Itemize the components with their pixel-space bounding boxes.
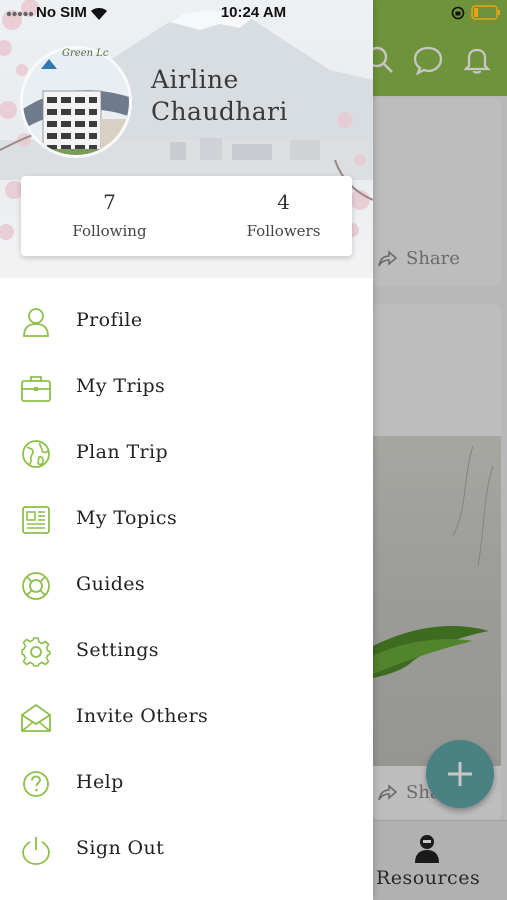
following-label: Following — [72, 222, 147, 240]
globe-icon — [22, 440, 50, 468]
briefcase-icon — [21, 376, 51, 402]
gear-icon — [21, 637, 51, 667]
followers-count: 4 — [277, 190, 290, 214]
menu-item-guides[interactable]: Guides — [0, 553, 373, 619]
menu-label: Profile — [76, 309, 143, 331]
menu-label: Plan Trip — [76, 441, 169, 463]
menu-item-plan-trip[interactable]: Plan Trip — [0, 421, 373, 487]
menu-label: My Trips — [76, 375, 166, 397]
menu-item-profile[interactable]: Profile — [0, 289, 373, 355]
status-time: 10:24 AM — [220, 4, 287, 21]
avatar-caption: Green Lc — [62, 48, 109, 59]
battery-icon — [471, 5, 500, 20]
avatar[interactable] — [20, 46, 132, 158]
person-icon — [23, 308, 49, 337]
menu-item-my-topics[interactable]: My Topics — [0, 487, 373, 553]
menu-label: My Topics — [76, 507, 178, 529]
menu-label: Settings — [76, 639, 159, 661]
rotation-lock-icon — [451, 6, 465, 20]
lifebuoy-icon — [22, 572, 50, 600]
menu-item-help[interactable]: Help — [0, 751, 373, 817]
question-circle-icon — [23, 771, 49, 797]
status-bar: No SIM 10:24 AM — [0, 0, 507, 26]
navigation-drawer: Green Lc Airline Chaudhari 7 Following 4… — [0, 0, 373, 900]
follow-stats-card: 7 Following 4 Followers — [21, 176, 352, 256]
power-icon — [22, 837, 50, 865]
drawer-header: Green Lc Airline Chaudhari 7 Following 4… — [0, 0, 373, 278]
menu-label: Guides — [76, 573, 146, 595]
followers-stat[interactable]: 4 Followers — [201, 190, 366, 240]
user-name: Airline Chaudhari — [151, 65, 288, 126]
newspaper-icon — [22, 506, 50, 534]
followers-label: Followers — [246, 222, 321, 240]
menu-label: Sign Out — [76, 837, 165, 859]
menu-item-settings[interactable]: Settings — [0, 619, 373, 685]
menu-label: Help — [76, 771, 124, 793]
menu-item-invite-others[interactable]: Invite Others — [0, 685, 373, 751]
following-count: 7 — [103, 190, 116, 214]
menu-item-sign-out[interactable]: Sign Out — [0, 817, 373, 883]
menu-label: Invite Others — [76, 705, 209, 727]
following-stat[interactable]: 7 Following — [27, 190, 192, 240]
menu-item-my-trips[interactable]: My Trips — [0, 355, 373, 421]
envelope-open-icon — [21, 704, 51, 732]
